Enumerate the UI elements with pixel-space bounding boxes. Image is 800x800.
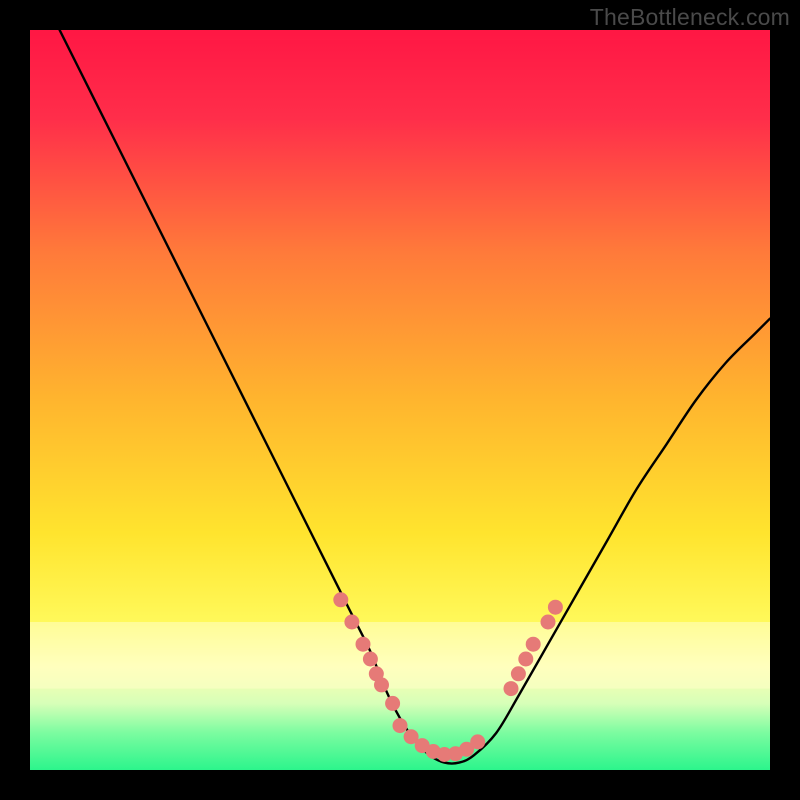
marker-markers-bottom [470,734,485,749]
plot-area [30,30,770,770]
marker-markers-left [385,696,400,711]
marker-markers-right [526,637,541,652]
marker-markers-right [541,615,556,630]
marker-markers-left [344,615,359,630]
highlight-band [30,622,770,689]
marker-markers-left [374,677,389,692]
chart-svg [30,30,770,770]
marker-markers-right [548,600,563,615]
marker-markers-left [333,592,348,607]
marker-markers-left [356,637,371,652]
marker-markers-right [518,652,533,667]
chart-frame: TheBottleneck.com [0,0,800,800]
marker-markers-right [504,681,519,696]
marker-markers-right [511,666,526,681]
marker-markers-left [363,652,378,667]
watermark-text: TheBottleneck.com [590,4,790,31]
marker-markers-bottom [393,718,408,733]
